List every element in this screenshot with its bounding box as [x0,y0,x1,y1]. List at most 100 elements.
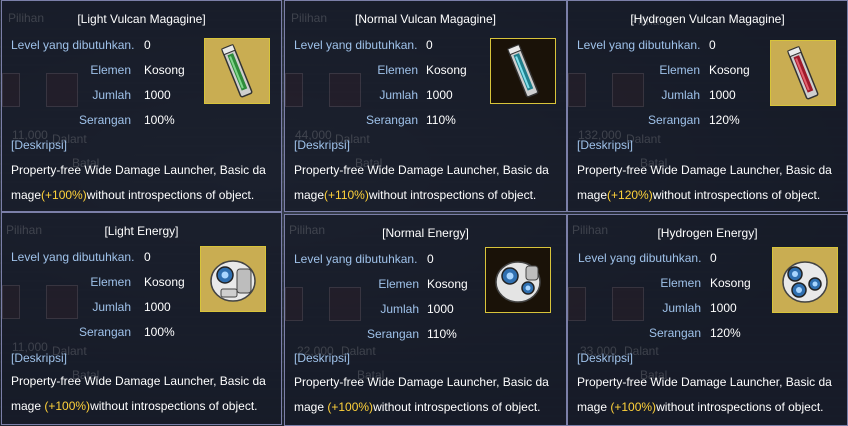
element-value: Kosong [710,276,751,290]
bg-slot [285,73,303,107]
level-label: Level yang dibutuhkan. [578,251,702,265]
description-line: Property-free Wide Damage Launcher, Basi… [294,375,549,389]
bg-slot [285,287,303,321]
item-tooltip-hydrogen-energy: Pilihan 33,000 Dalant Batal [Hydrogen En… [567,214,848,426]
bg-slot [2,73,20,107]
attack-label: Serangan [648,326,701,340]
description-text: Property-free Wide Damage Launcher, Basi… [11,369,266,419]
item-title: [Normal Energy] [382,226,469,240]
energy-cell-icon [772,247,838,313]
level-value: 0 [710,251,717,265]
attack-label: Serangan [366,327,419,341]
energy-cell-icon [210,260,256,302]
description-header: [Deskripsi] [11,138,68,152]
attack-value: 120% [709,113,740,127]
level-value: 0 [144,38,151,52]
description-text: Property-free Wide Damage Launcher, Basi… [11,158,266,208]
energy-cell-icon [782,261,828,303]
item-title: [Hydrogen Energy] [657,226,758,240]
bg-slot [2,285,20,319]
bg-slot [612,287,644,321]
green-magazine-icon [221,43,253,98]
bg-slot [46,285,78,319]
description-line: Property-free Wide Damage Launcher, Basi… [577,163,832,177]
element-value: Kosong [427,277,468,291]
description-line: Property-free Wide Damage Launcher, Basi… [11,374,266,388]
cyan-magazine-icon [507,43,539,98]
attack-label: Serangan [78,113,131,127]
green-magazine-icon [204,38,270,104]
bonus-percent: (+100%) [44,399,91,413]
item-title: [Normal Vulcan Magagine] [355,12,496,26]
quantity-value: 1000 [144,88,171,102]
level-value: 0 [144,250,151,264]
description-fragment: mage [294,188,325,202]
bonus-percent: (+110%) [324,188,369,202]
attack-value: 100% [144,113,175,127]
bg-slot [46,73,78,107]
element-label: Elemen [90,275,131,289]
attack-value: 100% [144,325,175,339]
element-value: Kosong [426,63,467,77]
description-fragment: without introspections of object. [90,399,258,413]
bonus-percent: (+100%) [41,188,87,202]
quantity-label: Jumlah [379,88,418,102]
quantity-label: Jumlah [92,300,131,314]
attack-label: Serangan [365,113,418,127]
description-line: Property-free Wide Damage Launcher, Basi… [577,375,832,389]
item-tooltip-hydrogen-vulcan-magazine: Pilihan 132,000 Dalant Batal [Hydrogen V… [567,0,848,212]
description-line: mage(+120%)without introspections of obj… [577,183,832,208]
quantity-label: Jumlah [92,88,131,102]
element-label: Elemen [378,277,419,291]
energy-cell-icon [485,247,551,313]
level-value: 0 [426,38,433,52]
description-fragment: mage [11,188,42,202]
element-label: Elemen [377,63,418,77]
description-fragment: mage [577,400,611,414]
level-label: Level yang dibutuhkan. [294,38,418,52]
element-label: Elemen [90,63,131,77]
quantity-value: 1000 [710,301,737,315]
description-line: mage (+100%)without introspections of ob… [294,395,549,420]
item-title: [Hydrogen Vulcan Magagine] [630,12,785,26]
level-value: 0 [427,252,434,266]
item-title: [Light Vulcan Magagine] [77,12,206,26]
description-header: [Deskripsi] [577,138,634,152]
description-fragment: without introspections of object. [652,188,821,202]
quantity-value: 1000 [427,302,454,316]
description-fragment: without introspections of object. [86,188,255,202]
bg-slot [568,73,586,107]
energy-cell-icon [200,246,266,312]
attack-label: Serangan [78,325,131,339]
bonus-percent: (+120%) [607,188,653,202]
attack-value: 120% [710,326,741,340]
cyan-magazine-icon [490,38,556,104]
quantity-label: Jumlah [662,301,701,315]
red-magazine-icon [770,40,836,106]
description-text: Property-free Wide Damage Launcher, Basi… [294,158,549,208]
item-tooltip-normal-vulcan-magazine: Pilihan 44,000 Dalant Batal [Normal Vulc… [284,0,567,212]
description-line: mage (+100%)without introspections of ob… [577,395,832,420]
energy-cell-icon [495,261,541,303]
attack-value: 110% [427,327,457,341]
item-title: [Light Energy] [104,224,179,238]
description-line: mage(+100%)without introspections of obj… [11,183,266,208]
level-label: Level yang dibutuhkan. [577,38,701,52]
description-header: [Deskripsi] [294,138,351,152]
bg-slot [568,287,586,321]
bg-slot [612,73,644,107]
element-label: Elemen [659,63,700,77]
description-text: Property-free Wide Damage Launcher, Basi… [577,370,832,420]
description-text: Property-free Wide Damage Launcher, Basi… [294,370,549,420]
quantity-value: 1000 [144,300,171,314]
description-text: Property-free Wide Damage Launcher, Basi… [577,158,832,208]
quantity-label: Jumlah [380,302,419,316]
description-header: [Deskripsi] [294,351,351,365]
red-magazine-icon [787,45,819,100]
quantity-label: Jumlah [661,88,700,102]
level-label: Level yang dibutuhkan. [294,252,418,266]
description-header: [Deskripsi] [11,351,68,365]
description-fragment: without introspections of object. [373,400,541,414]
description-fragment: mage [577,188,608,202]
level-label: Level yang dibutuhkan. [11,38,135,52]
